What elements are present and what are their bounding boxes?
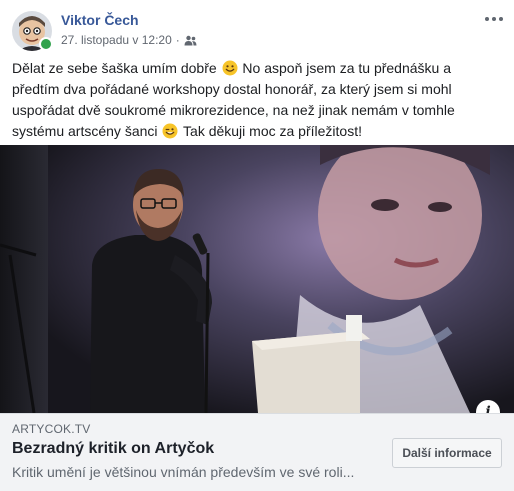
link-title[interactable]: Bezradný kritik on Artyčok — [12, 440, 214, 458]
post-text: Dělat ze sebe šaška umím dobře No aspoň … — [12, 58, 502, 142]
post-text-part-1: Dělat ze sebe šaška umím dobře — [12, 60, 221, 76]
author-name[interactable]: Viktor Čech — [61, 12, 139, 28]
post-photo[interactable]: i — [0, 145, 514, 413]
online-status-indicator — [39, 37, 53, 51]
link-domain: ARTYCOK.TV — [12, 422, 91, 436]
more-info-button[interactable]: Další informace — [392, 438, 502, 468]
post-text-part-3: Tak děkuji moc za příležitost! — [179, 123, 362, 139]
post-meta: 27. listopadu v 12:20 · — [61, 33, 197, 47]
post-timestamp[interactable]: 27. listopadu v 12:20 — [61, 33, 172, 47]
link-preview[interactable]: ARTYCOK.TV Bezradný kritik on Artyčok Kr… — [0, 413, 514, 491]
winking-emoji — [162, 123, 178, 139]
meta-separator: · — [175, 33, 180, 47]
smiling-emoji — [222, 60, 238, 76]
more-options-icon[interactable] — [482, 10, 506, 28]
link-description: Kritik umění je většinou vnímán předevší… — [12, 464, 355, 480]
avatar[interactable] — [12, 11, 53, 51]
facebook-post: Viktor Čech 27. listopadu v 12:20 · Děla… — [0, 0, 514, 491]
friends-icon[interactable] — [184, 35, 197, 46]
